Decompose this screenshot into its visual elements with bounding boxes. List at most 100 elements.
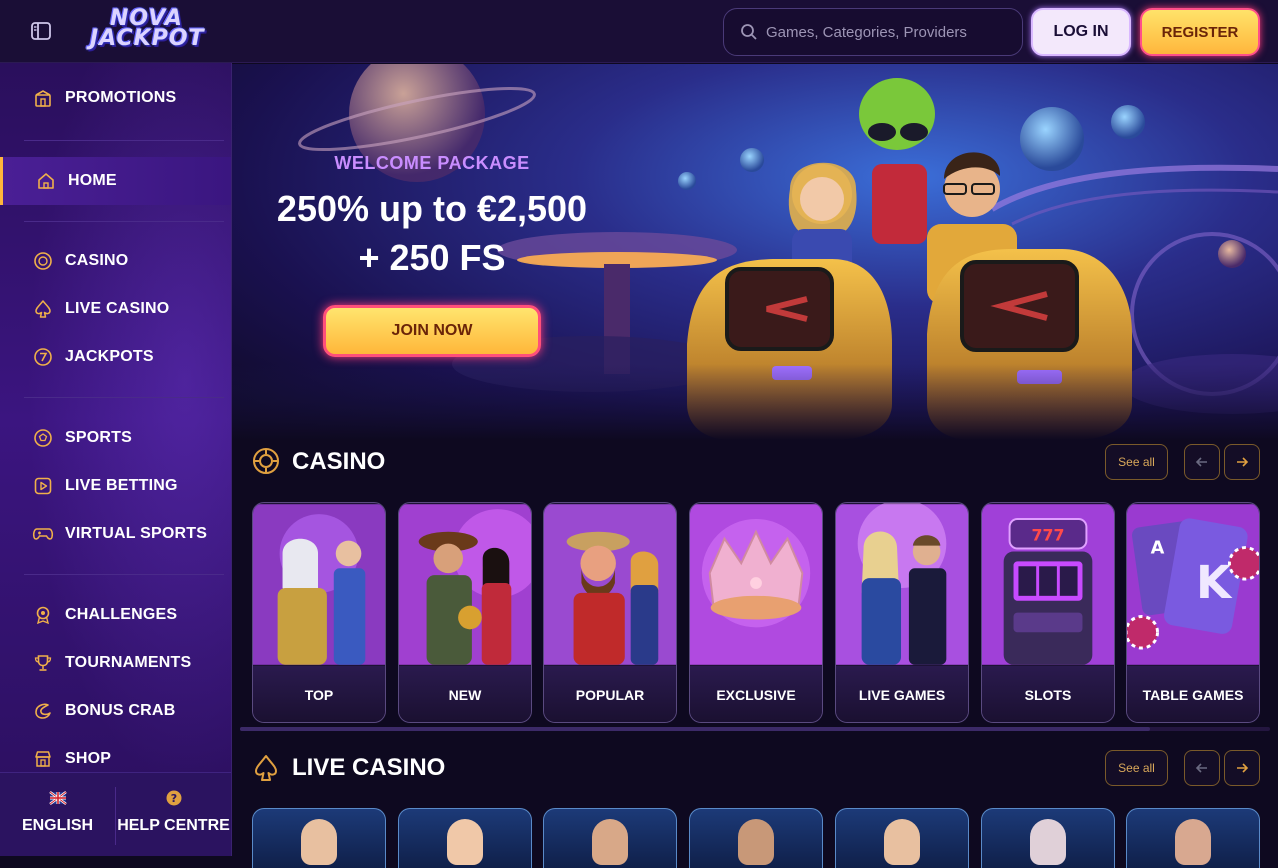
login-button[interactable]: LOG IN (1031, 8, 1131, 56)
sidebar-item-label: JACKPOTS (65, 348, 154, 365)
sidebar-item-live-casino[interactable]: LIVE CASINO (0, 287, 231, 331)
chip-icon (32, 250, 54, 272)
dealer-thumbnail (884, 819, 920, 865)
casino-next-button[interactable] (1224, 444, 1260, 480)
sidebar-item-home[interactable]: HOME (0, 157, 231, 205)
sidebar-item-sports[interactable]: SPORTS (0, 416, 231, 460)
svg-text:?: ? (170, 792, 176, 805)
hero-headline: 250% up to €2,500 (276, 188, 588, 229)
sidebar-item-live-betting[interactable]: LIVE BETTING (0, 464, 231, 508)
sidebar-item-promotions[interactable]: PROMOTIONS (0, 76, 231, 120)
spade-icon (32, 298, 54, 320)
sidebar-item-label: SPORTS (65, 429, 132, 446)
sidebar-item-challenges[interactable]: CHALLENGES (0, 593, 231, 637)
dealer-thumbnail (1030, 819, 1066, 865)
sidebar-item-label: CASINO (65, 252, 129, 269)
help-centre-label: HELP CENTRE (117, 817, 230, 834)
casino-category-card-popular[interactable]: POPULAR (543, 502, 677, 723)
search-icon (741, 24, 757, 40)
slot-machine-artwork: 777 (982, 504, 1114, 665)
divider (24, 221, 224, 222)
logo[interactable]: NOVA JACKPOT (88, 6, 224, 56)
casino-section-title: CASINO (292, 448, 386, 475)
sidebar-item-label: PROMOTIONS (65, 89, 177, 106)
home-icon (35, 170, 57, 192)
arrow-right-icon (1237, 457, 1249, 467)
card-label: TOP (253, 666, 385, 722)
sidebar-item-tournaments[interactable]: TOURNAMENTS (0, 641, 231, 685)
uk-flag-icon (48, 789, 67, 807)
live-casino-prev-button[interactable] (1184, 750, 1220, 786)
search-box[interactable] (723, 8, 1023, 56)
fisherman-artwork (544, 504, 676, 665)
scrollbar-thumb[interactable] (240, 727, 1150, 731)
sidebar-item-jackpots[interactable]: JACKPOTS (0, 335, 231, 379)
live-casino-next-button[interactable] (1224, 750, 1260, 786)
casino-category-card-new[interactable]: NEW (398, 502, 532, 723)
card-label: NEW (399, 666, 531, 722)
sidebar-item-label: CHALLENGES (65, 606, 178, 623)
sidebar-item-label: SHOP (65, 750, 112, 767)
register-button[interactable]: REGISTER (1140, 8, 1260, 56)
arrow-right-icon (1237, 763, 1249, 773)
card-label: LIVE GAMES (836, 666, 968, 722)
divider (24, 574, 224, 575)
football-icon (32, 427, 54, 449)
divider (24, 140, 224, 141)
trophy-icon (32, 652, 54, 674)
arrow-left-icon (1195, 457, 1207, 467)
language-label: ENGLISH (21, 817, 94, 834)
casino-category-card-exclusive[interactable]: EXCLUSIVE (689, 502, 823, 723)
sidebar-item-casino[interactable]: CASINO (0, 239, 231, 283)
casino-category-card-live-games[interactable]: LIVE GAMES (835, 502, 969, 723)
top-bar: NOVA JACKPOT LOG IN REGISTER (0, 0, 1278, 63)
spade-icon (252, 754, 280, 782)
live-game-card[interactable] (398, 808, 532, 868)
crab-icon (32, 700, 54, 722)
dealer-thumbnail (1175, 819, 1211, 865)
chip-icon (252, 447, 280, 475)
gamepad-icon (32, 523, 54, 545)
live-game-card[interactable] (981, 808, 1115, 868)
casino-see-all-button[interactable]: See all (1105, 444, 1168, 480)
casino-prev-button[interactable] (1184, 444, 1220, 480)
svg-text:K: K (1196, 556, 1233, 609)
svg-text:777: 777 (1032, 526, 1065, 545)
live-game-card[interactable] (835, 808, 969, 868)
search-input[interactable] (766, 23, 1006, 41)
live-game-card[interactable] (252, 808, 386, 868)
join-now-button[interactable]: JOIN NOW (323, 305, 541, 357)
hero-banner[interactable]: WELCOME PACKAGE 250% up to €2,500 + 250 … (232, 64, 1278, 440)
casino-category-card-slots[interactable]: 777 SLOTS (981, 502, 1115, 723)
help-centre-link[interactable]: ? HELP CENTRE (116, 773, 231, 856)
live-game-card[interactable] (1126, 808, 1260, 868)
casino-carousel-scrollbar[interactable] (240, 727, 1270, 731)
card-label: TABLE GAMES (1127, 666, 1259, 722)
arrow-left-icon (1195, 763, 1207, 773)
live-game-card[interactable] (689, 808, 823, 868)
adventurer-artwork (399, 504, 531, 665)
casino-category-card-top[interactable]: TOP (252, 502, 386, 723)
help-icon: ? (165, 789, 183, 807)
sidebar-toggle-icon[interactable] (30, 20, 52, 42)
sidebar-item-label: LIVE BETTING (65, 477, 178, 494)
sidebar-item-label: HOME (68, 172, 117, 189)
card-label: POPULAR (544, 666, 676, 722)
crown-artwork (690, 504, 822, 665)
medal-icon (32, 604, 54, 626)
sidebar-item-label: LIVE CASINO (65, 300, 170, 317)
dealer-thumbnail (592, 819, 628, 865)
language-selector[interactable]: ENGLISH (0, 773, 115, 856)
dealer-thumbnail (738, 819, 774, 865)
card-label: EXCLUSIVE (690, 666, 822, 722)
sidebar-item-virtual-sports[interactable]: VIRTUAL SPORTS (0, 512, 231, 556)
sidebar-item-label: VIRTUAL SPORTS (65, 525, 208, 542)
casino-category-card-table-games[interactable]: AK TABLE GAMES (1126, 502, 1260, 723)
sidebar-footer: ENGLISH ? HELP CENTRE (0, 772, 231, 856)
live-game-card[interactable] (543, 808, 677, 868)
live-dealers-artwork (836, 503, 968, 665)
sidebar-item-bonus-crab[interactable]: BONUS CRAB (0, 689, 231, 733)
logo-line-2: JACKPOT (90, 26, 205, 51)
divider (24, 397, 224, 398)
live-casino-see-all-button[interactable]: See all (1105, 750, 1168, 786)
